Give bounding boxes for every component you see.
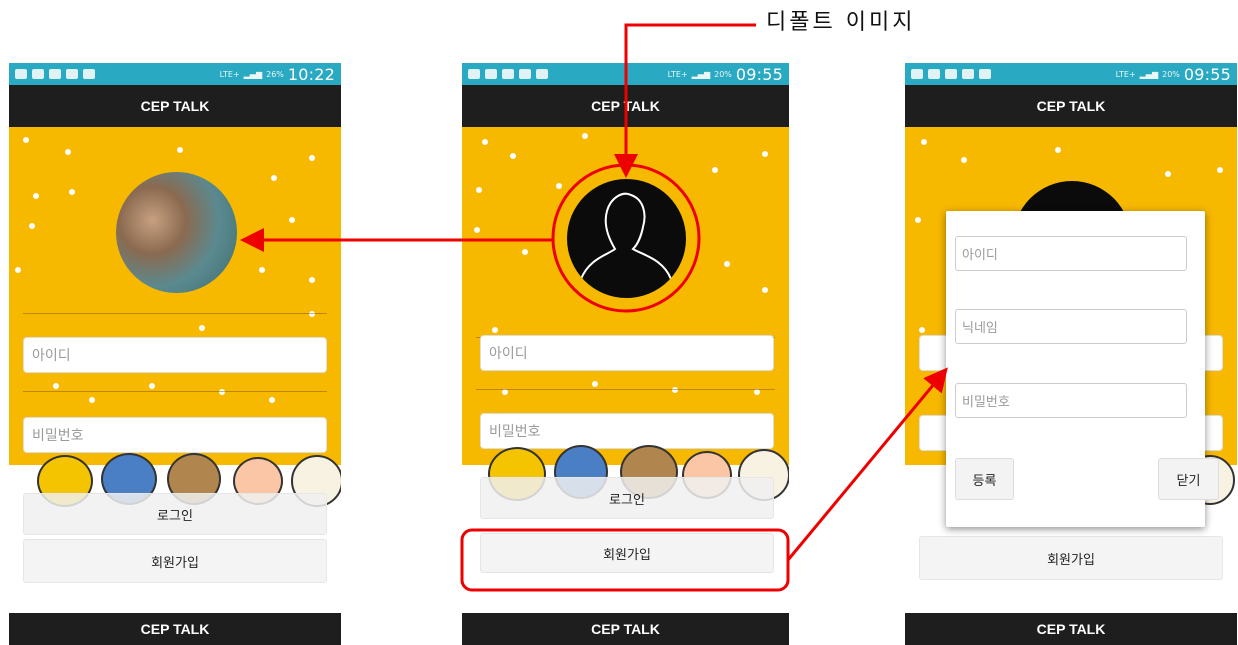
callout-line-default-image: [614, 23, 756, 178]
highlight-circle-default-avatar: [551, 163, 701, 313]
highlight-box-signup: [460, 528, 790, 592]
arrow-to-signup-dialog: [786, 367, 948, 561]
annotation-overlay: [240, 23, 948, 592]
